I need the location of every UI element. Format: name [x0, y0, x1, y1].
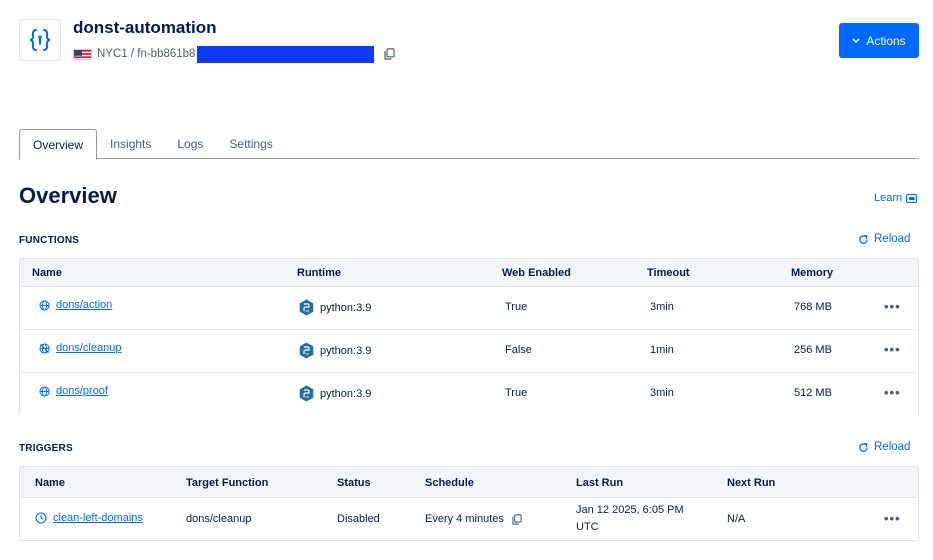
col-status: Status — [337, 477, 371, 489]
functions-reload-button[interactable]: Reload — [858, 233, 910, 245]
col-last-run: Last Run — [576, 477, 624, 489]
col-memory: Memory — [791, 267, 834, 279]
python-icon — [299, 342, 314, 359]
timeout-value: 1min — [650, 344, 674, 356]
reload-icon — [859, 234, 868, 244]
row-more-button[interactable]: ••• — [884, 299, 901, 314]
col-target-function: Target Function — [186, 477, 269, 489]
tab-bar: Overview Insights Logs Settings — [19, 129, 919, 160]
functions-section-title: FUNCTIONS — [19, 235, 80, 246]
runtime-cell: python:3.9 — [299, 299, 371, 316]
reload-label: Reload — [874, 233, 911, 245]
col-timeout: Timeout — [647, 267, 690, 279]
next-run-value: N/A — [727, 513, 746, 525]
web-enabled-value: False — [505, 344, 532, 356]
page-title: Overview — [19, 183, 117, 208]
table-row: dons/action python:3.9 True 3min 768 MB … — [20, 287, 918, 330]
app-logo — [19, 19, 61, 61]
runtime-cell: python:3.9 — [299, 342, 371, 359]
tab-insights[interactable]: Insights — [97, 129, 164, 159]
row-more-button[interactable]: ••• — [884, 511, 901, 526]
schedule-cell: Every 4 minutes — [425, 513, 522, 525]
triggers-table: Name Target Function Status Schedule Las… — [19, 466, 919, 541]
last-run-timezone: UTC — [576, 521, 599, 533]
tab-overview[interactable]: Overview — [19, 129, 98, 160]
function-link[interactable]: dons/action — [56, 299, 112, 311]
copy-icon[interactable] — [512, 513, 522, 525]
runtime-value: python:3.9 — [320, 301, 372, 314]
col-runtime: Runtime — [297, 267, 341, 279]
memory-value: 768 MB — [794, 301, 832, 313]
book-icon — [906, 193, 918, 203]
function-link[interactable]: dons/proof — [56, 385, 108, 397]
web-enabled-value: True — [505, 301, 528, 313]
web-enabled-value: True — [505, 387, 528, 399]
schedule-value: Every 4 minutes — [425, 513, 504, 525]
actions-button[interactable]: Actions — [839, 23, 919, 58]
python-icon — [299, 385, 314, 402]
target-function-value: dons/cleanup — [186, 513, 252, 525]
chevron-down-icon — [852, 38, 860, 43]
trigger-status-value: Disabled — [337, 513, 380, 525]
memory-value: 512 MB — [794, 387, 832, 399]
redacted-block — [197, 45, 375, 63]
last-run-date: Jan 12 2025, 6:05 PM — [576, 504, 684, 516]
tab-settings[interactable]: Settings — [216, 129, 285, 159]
learn-link[interactable]: Learn — [874, 192, 918, 204]
actions-label: Actions — [866, 33, 906, 48]
tab-logs[interactable]: Logs — [164, 129, 216, 159]
learn-label: Learn — [874, 192, 903, 204]
trigger-link[interactable]: clean-left-domains — [53, 512, 143, 524]
region-line: NYC1 / fn-bb861b8 — [73, 45, 396, 63]
col-name: Name — [32, 267, 62, 279]
trigger-name-cell: clean-left-domains — [35, 512, 143, 524]
copy-icon[interactable] — [384, 48, 396, 60]
col-web-enabled: Web Enabled — [502, 267, 571, 279]
col-name: Name — [35, 477, 65, 489]
memory-value: 256 MB — [794, 344, 832, 356]
runtime-cell: python:3.9 — [299, 385, 371, 402]
last-run-cell: Jan 12 2025, 6:05 PM UTC — [576, 502, 684, 536]
region-id: NYC1 / fn-bb861b8 — [97, 48, 196, 60]
globe-disabled-icon — [39, 342, 50, 354]
function-name-cell: dons/proof — [39, 385, 108, 397]
timeout-value: 3min — [650, 301, 674, 313]
runtime-value: python:3.9 — [320, 387, 372, 400]
function-link[interactable]: dons/cleanup — [56, 342, 121, 354]
table-row: dons/cleanup python:3.9 False 1min 256 M… — [20, 330, 918, 373]
row-more-button[interactable]: ••• — [884, 385, 901, 400]
function-name-cell: dons/cleanup — [39, 342, 121, 354]
triggers-reload-button[interactable]: Reload — [858, 441, 910, 453]
table-row: clean-left-domains dons/cleanup Disabled… — [20, 498, 918, 540]
python-icon — [299, 299, 314, 316]
reload-label: Reload — [874, 441, 911, 453]
col-schedule: Schedule — [425, 477, 474, 489]
row-more-button[interactable]: ••• — [884, 342, 901, 357]
timeout-value: 3min — [650, 387, 674, 399]
runtime-value: python:3.9 — [320, 344, 372, 357]
reload-icon — [859, 442, 868, 452]
globe-icon — [39, 385, 50, 397]
functions-table: Name Runtime Web Enabled Timeout Memory … — [19, 258, 919, 415]
app-title: donst-automation — [73, 18, 217, 37]
clock-icon — [35, 512, 47, 524]
col-next-run: Next Run — [727, 477, 776, 489]
table-row: dons/proof python:3.9 True 3min 512 MB •… — [20, 373, 918, 415]
functions-table-header: Name Runtime Web Enabled Timeout Memory — [20, 259, 918, 287]
triggers-table-header: Name Target Function Status Schedule Las… — [20, 467, 918, 498]
globe-icon — [39, 299, 50, 311]
function-name-cell: dons/action — [39, 299, 112, 311]
triggers-section-title: TRIGGERS — [19, 443, 73, 454]
us-flag-icon — [73, 48, 92, 60]
functions-braces-icon — [29, 29, 51, 51]
